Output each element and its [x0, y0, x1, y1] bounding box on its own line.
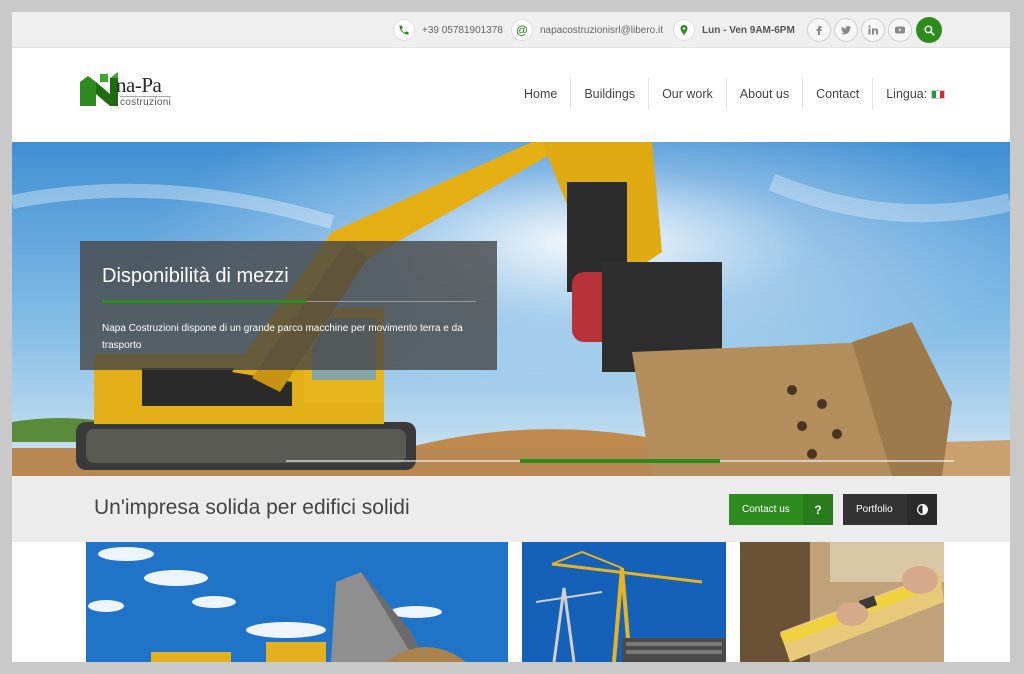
- search-button[interactable]: [916, 17, 942, 43]
- hero-text: Napa Costruzioni dispone di un grande pa…: [102, 323, 463, 351]
- linkedin-icon[interactable]: [861, 18, 885, 42]
- gallery-thumb-level[interactable]: [740, 542, 944, 662]
- contrast-icon: [907, 494, 937, 525]
- email-address: napacostruzionisrl@libero.it: [540, 24, 663, 36]
- italian-flag-icon: [931, 89, 946, 99]
- logo-brand: na-Pa: [116, 73, 162, 97]
- gallery-thumb-excavator[interactable]: [86, 542, 508, 662]
- nav-home[interactable]: Home: [511, 78, 572, 110]
- top-bar: +39 05781901378 @ napacostruzionisrl@lib…: [12, 12, 1010, 48]
- tagline-heading: Un'impresa solida per edifici solidi: [94, 496, 410, 519]
- main-nav: Home Buildings Our work About us Contact…: [511, 78, 958, 110]
- portfolio-label: Portfolio: [856, 504, 893, 515]
- at-icon: @: [511, 19, 533, 41]
- facebook-icon[interactable]: [807, 18, 831, 42]
- tagline-band: Un'impresa solida per edifici solidi Con…: [12, 476, 1010, 542]
- phone-contact[interactable]: +39 05781901378: [393, 18, 503, 42]
- hero-title: Disponibilità di mezzi: [102, 265, 289, 287]
- nav-about-us[interactable]: About us: [727, 78, 804, 110]
- thumb-cranes-image: [522, 542, 726, 662]
- hours-text: Lun - Ven 9AM-6PM: [702, 24, 795, 36]
- logo-subtitle: costruzioni: [120, 96, 172, 108]
- hero-caption: Disponibilità di mezzi Napa Costruzioni …: [80, 241, 497, 370]
- youtube-icon[interactable]: [888, 18, 912, 42]
- search-icon: [923, 24, 935, 36]
- site-logo[interactable]: na-Pa costruzioni: [80, 72, 200, 112]
- nav-contact[interactable]: Contact: [803, 78, 874, 110]
- caption-divider-accent: [102, 300, 307, 303]
- question-icon: ?: [803, 494, 833, 525]
- email-contact[interactable]: @ napacostruzionisrl@libero.it: [511, 18, 663, 42]
- contact-us-button[interactable]: Contact us ?: [729, 494, 833, 525]
- phone-number: +39 05781901378: [422, 24, 503, 36]
- contact-us-label: Contact us: [742, 504, 790, 515]
- slider-progress-fill: [520, 459, 720, 463]
- thumb-level-image: [740, 542, 944, 662]
- page-frame: +39 05781901378 @ napacostruzionisrl@lib…: [12, 12, 1010, 662]
- nav-buildings[interactable]: Buildings: [571, 78, 650, 110]
- location-pin-icon: [673, 19, 695, 41]
- nav-language-label: Lingua:: [886, 87, 928, 101]
- thumb-excavator-image: [86, 542, 508, 662]
- logo-n-mark: [80, 72, 118, 106]
- twitter-icon[interactable]: [834, 18, 858, 42]
- hero-slider[interactable]: Disponibilità di mezzi Napa Costruzioni …: [12, 142, 1010, 476]
- phone-icon: [393, 19, 415, 41]
- portfolio-button[interactable]: Portfolio: [843, 494, 937, 525]
- gallery-thumb-cranes[interactable]: [522, 542, 726, 662]
- nav-language[interactable]: Lingua:: [873, 78, 958, 110]
- site-header: na-Pa costruzioni Home Buildings Our wor…: [12, 48, 1010, 142]
- opening-hours: Lun - Ven 9AM-6PM: [673, 18, 795, 42]
- nav-our-work[interactable]: Our work: [649, 78, 727, 110]
